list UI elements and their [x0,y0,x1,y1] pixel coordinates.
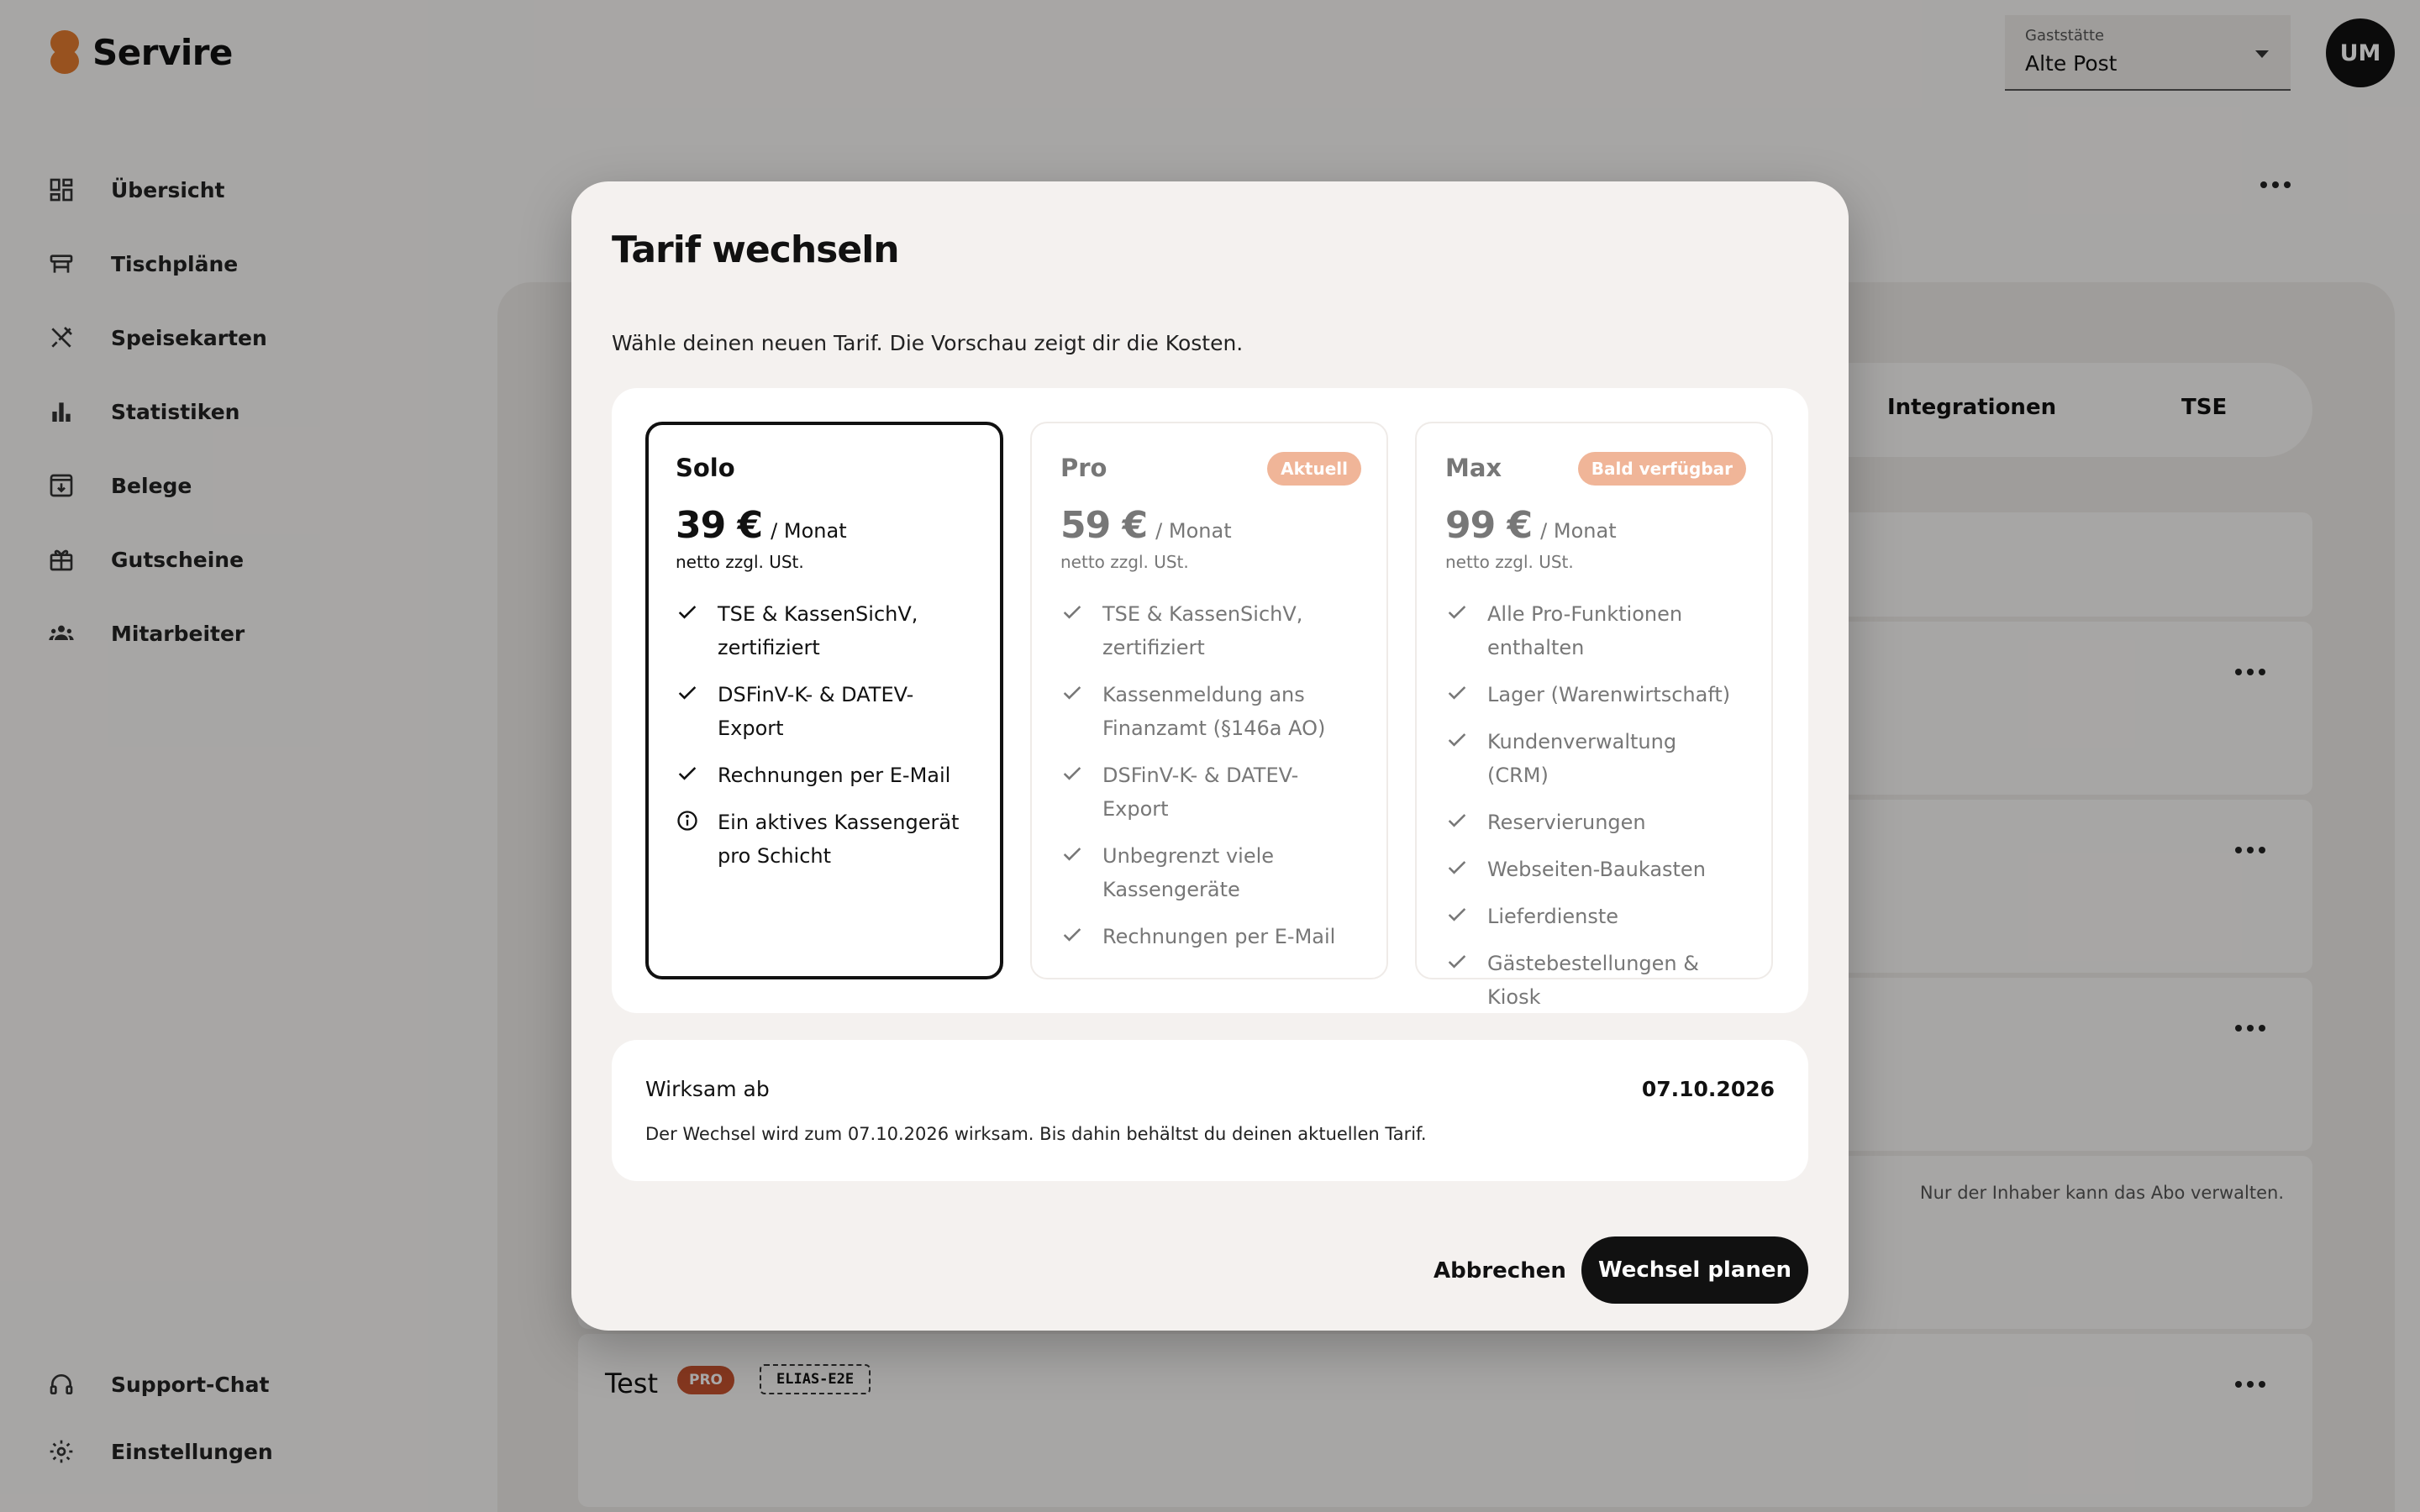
plan-badge-current: Aktuell [1267,452,1361,486]
plan-feature: Lager (Warenwirtschaft) [1445,678,1743,711]
change-plan-dialog: Tarif wechseln Wähle deinen neuen Tarif.… [571,181,1849,1331]
plan-feature-text: TSE & KassenSichV, zertifiziert [718,602,918,659]
plan-feature: Kassenmeldung ans Finanzamt (§146a AO) [1060,678,1358,745]
plan-feature-text: Webseiten-Baukasten [1487,858,1706,881]
check-icon [1445,678,1469,711]
effective-date: 07.10.2026 [1641,1077,1775,1101]
check-icon [1060,920,1084,953]
plan-feature-text: Gästebestellungen & Kiosk [1487,952,1699,1009]
plan-price: 39 € [676,504,763,547]
check-icon [1445,597,1469,664]
plan-feature-text: Kassenmeldung ans Finanzamt (§146a AO) [1102,683,1326,740]
schedule-change-button[interactable]: Wechsel planen [1581,1236,1808,1304]
plan-feature-text: Rechnungen per E-Mail [1102,925,1336,948]
effective-label: Wirksam ab [645,1077,770,1101]
plan-feature: Rechnungen per E-Mail [676,759,973,792]
plan-card-max[interactable]: Max Bald verfügbar 99 € / Monat netto zz… [1415,422,1773,1009]
plan-feature-text: TSE & KassenSichV, zertifiziert [1102,602,1303,659]
plan-feature-text: Lager (Warenwirtschaft) [1487,683,1731,706]
plan-feature: Kundenverwaltung (CRM) [1445,725,1743,792]
check-icon [676,678,699,745]
cancel-button[interactable]: Abbrechen [1434,1258,1566,1284]
plan-badge-soon: Bald verfügbar [1577,452,1746,486]
plan-card-solo[interactable]: Solo 39 € / Monat netto zzgl. USt. TSE &… [645,422,1003,979]
plan-feature: TSE & KassenSichV, zertifiziert [1060,597,1358,664]
plan-net-note: netto zzgl. USt. [1060,552,1189,572]
plan-feature: Lieferdienste [1445,900,1743,933]
plan-feature-text: Lieferdienste [1487,905,1619,928]
plan-feature: DSFinV-K- & DATEV-Export [1060,759,1358,826]
plan-feature-text: DSFinV-K- & DATEV-Export [718,683,914,740]
check-icon [1445,853,1469,886]
info-icon [676,806,699,873]
check-icon [1445,947,1469,1014]
plan-features: TSE & KassenSichV, zertifiziert Kassenmel… [1060,597,1358,953]
check-icon [676,759,699,792]
plan-price: 59 € [1060,504,1148,547]
plan-feature-text: Ein aktives Kassengerät pro Schicht [718,811,960,868]
plan-feature: Gästebestellungen & Kiosk [1445,947,1743,1014]
check-icon [1060,839,1084,906]
plan-feature: TSE & KassenSichV, zertifiziert [676,597,973,664]
dialog-subtitle: Wähle deinen neuen Tarif. Die Vorschau z… [612,331,1244,355]
plan-feature: Ein aktives Kassengerät pro Schicht [676,806,973,873]
plan-feature: Reservierungen [1445,806,1743,839]
plan-feature-text: Alle Pro-Funktionen enthalten [1487,602,1683,659]
plan-feature: Unbegrenzt viele Kassengeräte [1060,839,1358,906]
plan-period: / Monat [771,519,847,543]
plan-period: / Monat [1540,519,1617,543]
check-icon [1445,725,1469,792]
plan-features: Alle Pro-Funktionen enthalten Lager (Ware… [1445,597,1743,1014]
dialog-title: Tarif wechseln [612,228,900,271]
plan-feature: Alle Pro-Funktionen enthalten [1445,597,1743,664]
plan-feature: DSFinV-K- & DATEV-Export [676,678,973,745]
plan-period: / Monat [1155,519,1232,543]
plan-feature-text: Unbegrenzt viele Kassengeräte [1102,844,1275,901]
plan-net-note: netto zzgl. USt. [1445,552,1574,572]
plan-feature-text: Rechnungen per E-Mail [718,764,951,787]
plan-name: Solo [676,454,735,482]
check-icon [1445,900,1469,933]
plan-feature: Rechnungen per E-Mail [1060,920,1358,953]
plan-price: 99 € [1445,504,1533,547]
plan-feature-text: Reservierungen [1487,811,1646,834]
plan-net-note: netto zzgl. USt. [676,552,804,572]
plan-features: TSE & KassenSichV, zertifiziert DSFinV-K-… [676,597,973,873]
plan-feature-text: DSFinV-K- & DATEV-Export [1102,764,1299,821]
check-icon [1445,806,1469,839]
check-icon [1060,759,1084,826]
plan-card-pro[interactable]: Pro Aktuell 59 € / Monat netto zzgl. USt… [1030,422,1388,979]
plan-feature: Webseiten-Baukasten [1445,853,1743,886]
plan-feature-text: Kundenverwaltung (CRM) [1487,730,1677,787]
check-icon [676,597,699,664]
effective-date-panel: Wirksam ab 07.10.2026 Der Wechsel wird z… [612,1040,1808,1181]
effective-note: Der Wechsel wird zum 07.10.2026 wirksam.… [645,1124,1427,1144]
check-icon [1060,678,1084,745]
plan-options: Solo 39 € / Monat netto zzgl. USt. TSE &… [612,388,1808,1013]
check-icon [1060,597,1084,664]
